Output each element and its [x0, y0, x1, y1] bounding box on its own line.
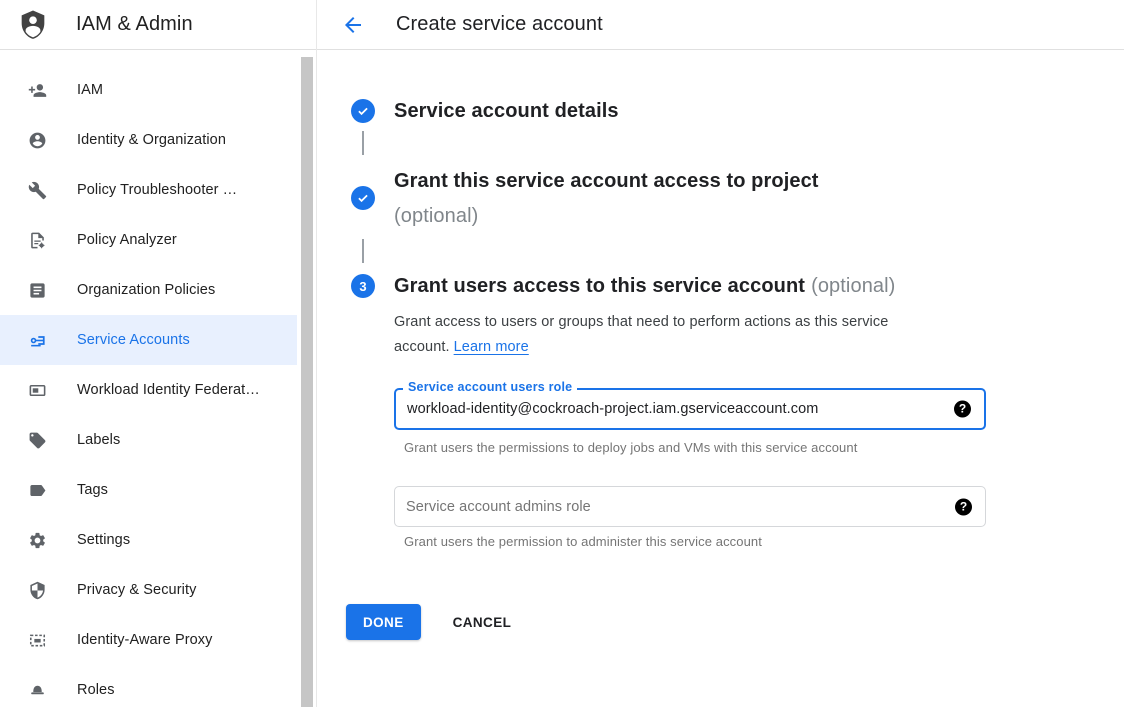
- sidebar: IAM & Admin IAM Identity & Organization Po…: [0, 0, 317, 707]
- gear-icon: [27, 530, 47, 550]
- wrench-icon: [27, 180, 47, 200]
- proxy-frame-icon: [27, 630, 47, 650]
- sidebar-item-policy-analyzer[interactable]: Policy Analyzer: [0, 215, 297, 265]
- step3-title: Grant users access to this service accou…: [394, 272, 895, 300]
- step-connector: [362, 239, 364, 263]
- page-header: Create service account: [317, 0, 1124, 50]
- sidebar-item-label: IAM: [77, 82, 103, 98]
- article-icon: [27, 280, 47, 300]
- iam-admin-shield-icon: [15, 7, 51, 43]
- product-title: IAM & Admin: [76, 13, 193, 36]
- sidebar-item-label: Policy Troubleshooter …: [77, 182, 237, 198]
- sidebar-item-label: Identity-Aware Proxy: [77, 632, 213, 648]
- service-account-admins-role-field: [394, 486, 986, 527]
- service-account-users-role-field: Service account users role: [394, 388, 986, 430]
- step3-description: Grant access to users or groups that nee…: [394, 310, 950, 360]
- step3-title-text: Grant users access to this service accou…: [394, 275, 805, 297]
- page-title: Create service account: [396, 13, 603, 36]
- person-add-icon: [27, 80, 47, 100]
- sidebar-item-service-accounts[interactable]: Service Accounts: [0, 315, 297, 365]
- sidebar-item-label: Settings: [77, 532, 130, 548]
- sidebar-item-organization-policies[interactable]: Organization Policies: [0, 265, 297, 315]
- step3-number: 3: [359, 279, 366, 294]
- sidebar-item-label: Privacy & Security: [77, 582, 196, 598]
- sidebar-item-tags[interactable]: Tags: [0, 465, 297, 515]
- sidebar-item-settings[interactable]: Settings: [0, 515, 297, 565]
- create-service-account-wizard: Service account details Grant this servi…: [317, 50, 1124, 707]
- hat-icon: [27, 680, 47, 700]
- sidebar-item-label: Roles: [77, 682, 115, 698]
- label-tag-icon: [27, 430, 47, 450]
- sidebar-item-identity-aware-proxy[interactable]: Identity-Aware Proxy: [0, 615, 297, 665]
- sidebar-scrollbar-track: [301, 50, 314, 707]
- sidebar-item-label: Policy Analyzer: [77, 232, 177, 248]
- step1-title: Service account details: [394, 97, 619, 125]
- step2-title-text: Grant this service account access to pro…: [394, 164, 819, 199]
- shield-icon: [27, 580, 47, 600]
- service-account-key-icon: [27, 330, 47, 350]
- sidebar-item-labels[interactable]: Labels: [0, 415, 297, 465]
- sidebar-item-identity-organization[interactable]: Identity & Organization: [0, 115, 297, 165]
- users-role-input[interactable]: [396, 390, 930, 428]
- step2-completed-check-icon: [351, 186, 375, 210]
- sidebar-item-roles[interactable]: Roles: [0, 665, 297, 707]
- sidebar-item-policy-troubleshooter[interactable]: Policy Troubleshooter …: [0, 165, 297, 215]
- users-role-field-label: Service account users role: [403, 380, 577, 394]
- sidebar-nav: IAM Identity & Organization Policy Trouble…: [0, 50, 297, 707]
- step-connector: [362, 131, 364, 155]
- done-button[interactable]: DONE: [346, 604, 421, 640]
- back-arrow-icon[interactable]: [341, 13, 365, 37]
- cancel-button[interactable]: CANCEL: [445, 604, 520, 640]
- step3-number-badge: 3: [351, 274, 375, 298]
- admins-role-helper-text: Grant users the permission to administer…: [404, 534, 762, 549]
- sidebar-item-label: Organization Policies: [77, 282, 215, 298]
- document-gear-icon: [27, 230, 47, 250]
- sidebar-item-label: Tags: [77, 482, 108, 498]
- badge-card-icon: [27, 380, 47, 400]
- app-window: IAM & Admin IAM Identity & Organization Po…: [0, 0, 1124, 707]
- learn-more-link[interactable]: Learn more: [454, 339, 529, 355]
- account-circle-icon: [27, 130, 47, 150]
- admins-role-input[interactable]: [395, 487, 931, 526]
- step2-title: Grant this service account access to pro…: [394, 164, 819, 234]
- sidebar-item-iam[interactable]: IAM: [0, 65, 297, 115]
- step1-completed-check-icon: [351, 99, 375, 123]
- sidebar-scrollbar-thumb[interactable]: [301, 57, 313, 707]
- tag-arrow-icon: [27, 480, 47, 500]
- users-role-helper-text: Grant users the permissions to deploy jo…: [404, 440, 857, 455]
- wizard-actions: DONE CANCEL: [346, 604, 519, 640]
- step2-optional-label: (optional): [394, 199, 819, 234]
- sidebar-item-privacy-security[interactable]: Privacy & Security: [0, 565, 297, 615]
- help-icon[interactable]: [954, 401, 971, 418]
- help-icon[interactable]: [955, 498, 972, 515]
- sidebar-item-workload-identity-federat[interactable]: Workload Identity Federat…: [0, 365, 297, 415]
- sidebar-item-label: Labels: [77, 432, 120, 448]
- main-content: Create service account Service account d…: [317, 0, 1124, 707]
- step3-optional-label: (optional): [811, 275, 895, 297]
- sidebar-header: IAM & Admin: [0, 0, 316, 50]
- sidebar-item-label: Identity & Organization: [77, 132, 226, 148]
- sidebar-item-label: Service Accounts: [77, 332, 190, 348]
- sidebar-item-label: Workload Identity Federat…: [77, 382, 260, 398]
